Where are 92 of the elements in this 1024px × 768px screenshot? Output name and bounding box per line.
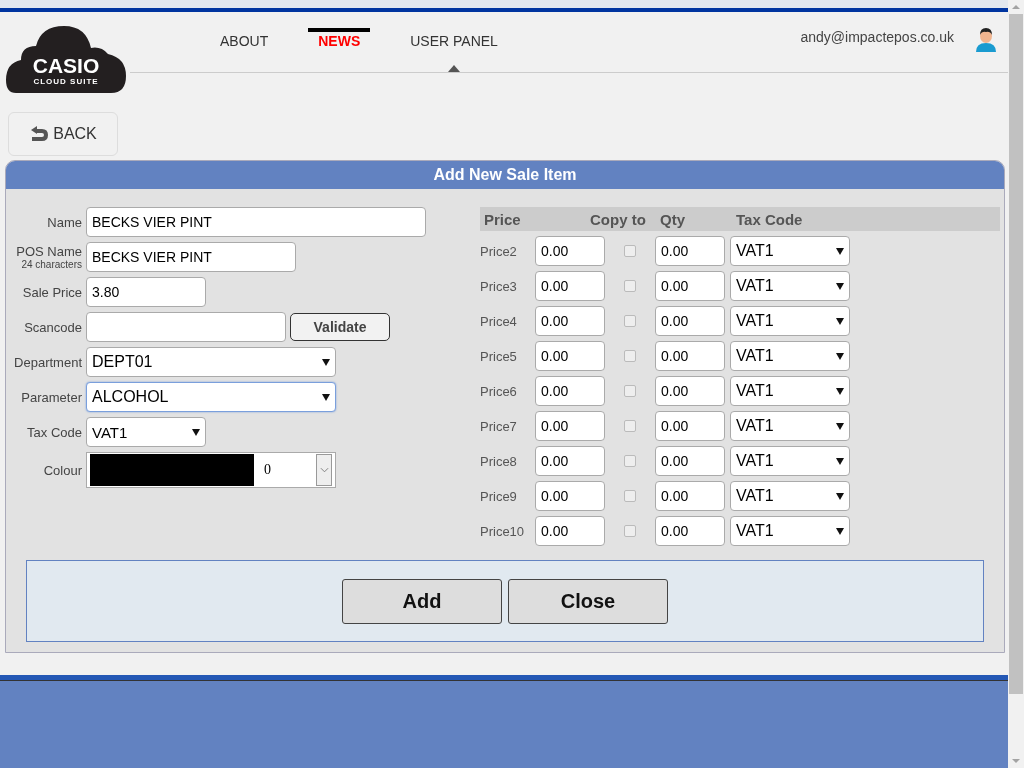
price-field[interactable]: 0.00 (535, 306, 605, 336)
caret-icon (836, 317, 844, 325)
qty-field[interactable]: 0.00 (655, 306, 725, 336)
caret-icon (836, 387, 844, 395)
colour-picker[interactable]: 0 (86, 452, 336, 488)
price-label: Price5 (480, 348, 518, 364)
qty-field[interactable]: 0.00 (655, 236, 725, 266)
caret-icon (322, 358, 330, 366)
tax-select[interactable]: VAT1 (730, 341, 850, 371)
field-label: POS Name (16, 244, 82, 259)
caret-icon (836, 282, 844, 290)
price-label: Price10 (480, 523, 526, 539)
price-field[interactable]: 0.00 (535, 411, 605, 441)
column-header: Qty (660, 210, 686, 228)
caret-icon (836, 527, 844, 535)
price-field[interactable]: 0.00 (535, 236, 605, 266)
checkbox[interactable] (624, 315, 636, 327)
dialog-title: Add New Sale Item (6, 161, 1004, 189)
price-field[interactable]: 0.00 (535, 341, 605, 371)
field-label: Scancode (24, 319, 82, 335)
field-label: Name (47, 214, 82, 230)
column-header: Copy to (590, 210, 647, 228)
checkbox[interactable] (624, 455, 636, 467)
price-label: Price7 (480, 418, 518, 434)
price-field[interactable]: 0.00 (535, 446, 605, 476)
price-label: Price8 (480, 453, 518, 469)
select-field[interactable]: DEPT01 (86, 347, 336, 377)
caret-icon (322, 393, 330, 401)
back-button[interactable]: BACK (8, 112, 118, 156)
caret-icon (836, 457, 844, 465)
checkbox[interactable] (624, 490, 636, 502)
checkbox[interactable] (624, 420, 636, 432)
caret-icon (836, 422, 844, 430)
caret-icon (192, 428, 200, 436)
select-field[interactable]: ALCOHOL (86, 382, 336, 412)
price-label: Price4 (480, 313, 518, 329)
checkbox[interactable] (624, 245, 636, 257)
nav-link[interactable]: USER PANEL (410, 28, 498, 50)
user-email[interactable]: andy@impactepos.co.uk (800, 28, 954, 46)
caret-icon (836, 352, 844, 360)
back-arrow-icon (29, 126, 50, 142)
field-label: Colour (43, 462, 82, 478)
column-header: Tax Code (736, 210, 803, 228)
price-field[interactable]: 0.00 (535, 376, 605, 406)
tax-select[interactable]: VAT1 (730, 516, 850, 546)
field-hint: 24 characters (21, 259, 82, 270)
field-label: Parameter (21, 389, 82, 405)
tax-select[interactable]: VAT1 (730, 271, 850, 301)
field-label: Department (14, 354, 82, 370)
user-avatar-icon[interactable] (974, 26, 998, 52)
price-label: Price6 (480, 383, 518, 399)
colour-value: 0 (264, 462, 272, 478)
checkbox[interactable] (624, 385, 636, 397)
checkbox[interactable] (624, 350, 636, 362)
scancode-field[interactable] (86, 312, 286, 342)
price-label: Price9 (480, 488, 518, 504)
qty-field[interactable]: 0.00 (655, 516, 725, 546)
qty-field[interactable]: 0.00 (655, 411, 725, 441)
tax-select[interactable]: VAT1 (730, 411, 850, 441)
checkbox[interactable] (624, 525, 636, 537)
column-header: Price (484, 210, 522, 228)
dialog-button[interactable]: Add (342, 578, 502, 624)
select-field[interactable]: VAT1 (86, 417, 206, 447)
price-label: Price3 (480, 278, 518, 294)
dialog-button[interactable]: Close (508, 578, 668, 624)
checkbox[interactable] (624, 280, 636, 292)
validate-button[interactable]: Validate (290, 313, 390, 341)
field-label: Tax Code (27, 424, 82, 440)
chevron-icon (319, 467, 329, 473)
nav-link[interactable]: NEWS (308, 28, 371, 50)
qty-field[interactable]: 0.00 (655, 341, 725, 371)
field-label: Sale Price (22, 284, 82, 300)
tax-select[interactable]: VAT1 (730, 376, 850, 406)
qty-field[interactable]: 0.00 (655, 481, 725, 511)
qty-field[interactable]: 0.00 (655, 376, 725, 406)
tax-select[interactable]: VAT1 (730, 306, 850, 336)
price-field[interactable]: 0.00 (535, 271, 605, 301)
text-field[interactable]: BECKS VIER PINT (86, 242, 296, 272)
qty-field[interactable]: 0.00 (655, 271, 725, 301)
price-label: Price2 (480, 243, 518, 259)
tax-select[interactable]: VAT1 (730, 481, 850, 511)
caret-icon (836, 247, 844, 255)
price-field[interactable]: 0.00 (535, 516, 605, 546)
caret-icon (836, 492, 844, 500)
tax-select[interactable]: VAT1 (730, 236, 850, 266)
qty-field[interactable]: 0.00 (655, 446, 725, 476)
nav-link[interactable]: ABOUT (220, 28, 269, 50)
dropdown-button[interactable] (316, 454, 332, 486)
price-field[interactable]: 0.00 (535, 481, 605, 511)
text-field[interactable]: 3.80 (86, 277, 206, 307)
text-field[interactable]: BECKS VIER PINT (86, 207, 426, 237)
tax-select[interactable]: VAT1 (730, 446, 850, 476)
